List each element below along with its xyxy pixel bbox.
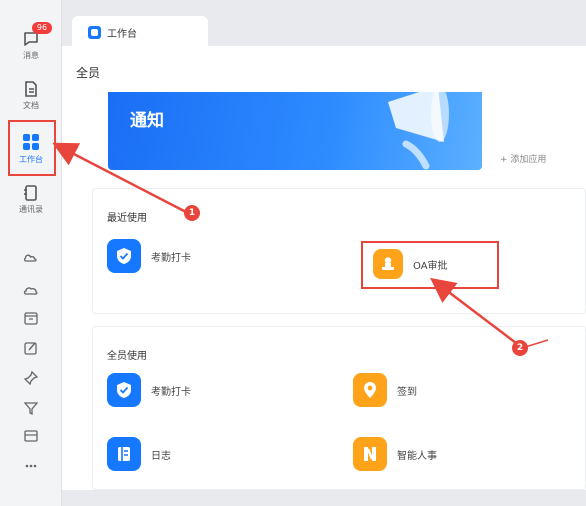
annotation-marker-2: 2 bbox=[512, 340, 528, 356]
annotation-marker-1: 1 bbox=[184, 205, 200, 221]
annotation-arrows bbox=[52, 142, 549, 349]
arrow-to-workbench bbox=[52, 142, 187, 214]
arrow-to-oa-approval bbox=[430, 277, 521, 347]
